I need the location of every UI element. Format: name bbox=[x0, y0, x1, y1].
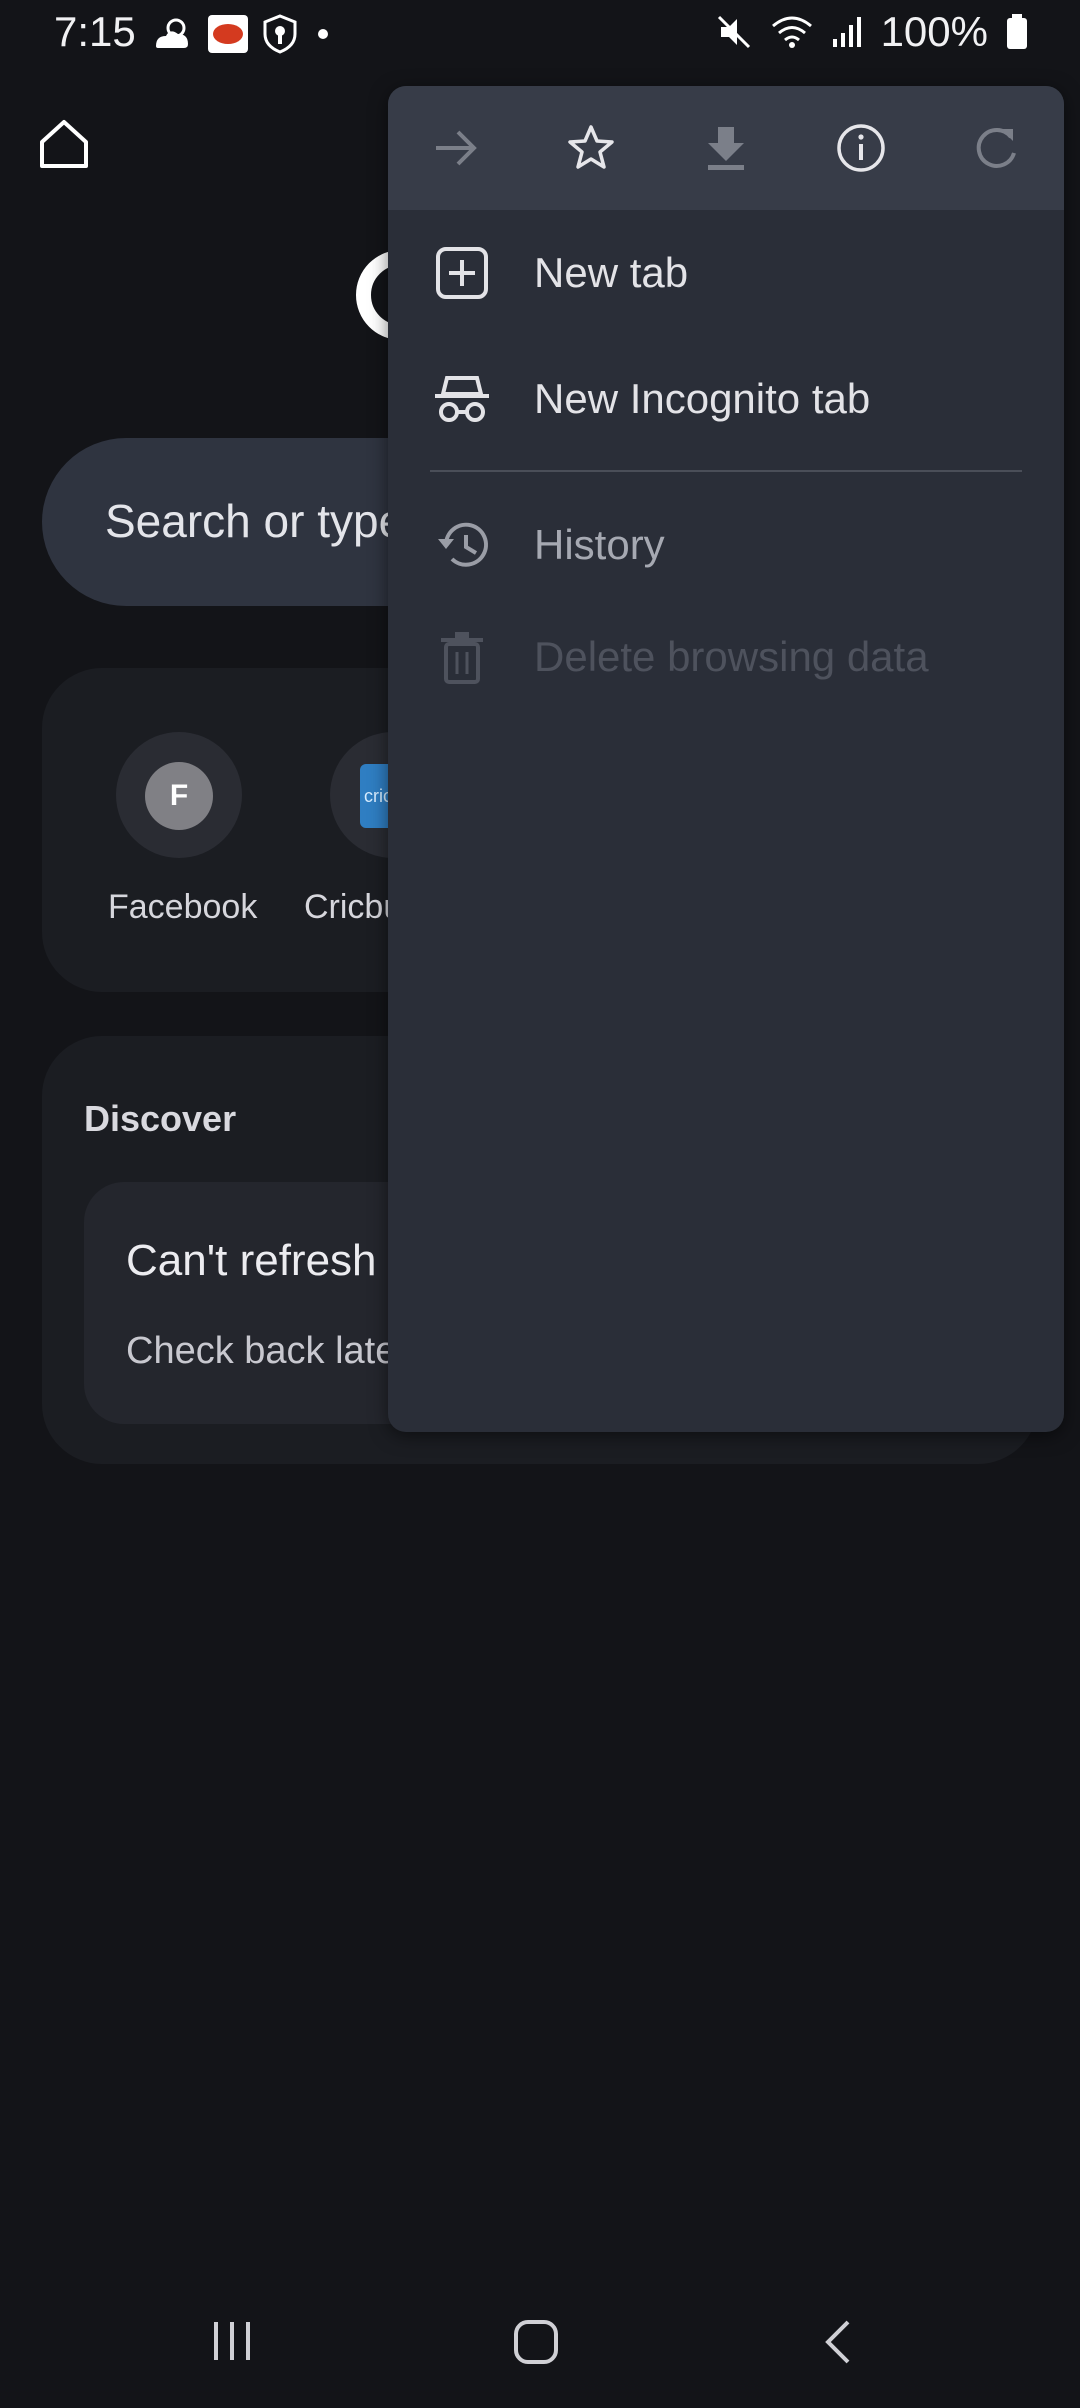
menu-item-delete-browsing-data: Delete browsing data bbox=[388, 602, 1064, 712]
refresh-icon[interactable] bbox=[968, 120, 1024, 176]
home-icon[interactable] bbox=[36, 116, 92, 172]
shortcut-facebook-label: Facebook bbox=[108, 888, 258, 926]
error-subtitle: Check back late bbox=[126, 1330, 397, 1372]
mute-icon bbox=[717, 15, 750, 49]
incognito-icon bbox=[432, 369, 492, 429]
history-icon bbox=[432, 515, 492, 575]
shield-icon bbox=[263, 14, 297, 54]
menu-item-new-incognito-tab[interactable]: New Incognito tab bbox=[388, 344, 1064, 454]
status-left-icons bbox=[150, 14, 328, 54]
forward-icon[interactable] bbox=[428, 120, 484, 176]
signal-icon bbox=[832, 17, 861, 47]
discover-title: Discover bbox=[84, 1098, 237, 1139]
menu-item-new-tab[interactable]: New tab bbox=[388, 218, 1064, 328]
search-placeholder: Search or type bbox=[105, 495, 405, 547]
facebook-avatar-icon: F bbox=[145, 762, 213, 830]
battery-percent: 100% bbox=[880, 8, 988, 55]
app-icon bbox=[208, 15, 248, 53]
battery-icon bbox=[1007, 14, 1027, 49]
bookmark-star-icon[interactable] bbox=[563, 120, 619, 176]
home-nav-icon[interactable] bbox=[512, 2318, 560, 2366]
weather-icon bbox=[156, 18, 188, 48]
menu-item-label: History bbox=[534, 521, 665, 568]
menu-item-label: New Incognito tab bbox=[534, 375, 871, 422]
notification-dot bbox=[318, 29, 328, 39]
trash-icon bbox=[432, 627, 492, 687]
wifi-icon bbox=[771, 16, 812, 48]
download-icon[interactable] bbox=[698, 120, 754, 176]
status-time: 7:15 bbox=[54, 8, 136, 55]
add-tab-icon bbox=[432, 243, 492, 303]
menu-toolbar bbox=[388, 86, 1064, 210]
status-right: 100% bbox=[715, 8, 1028, 56]
menu-item-label: Delete browsing data bbox=[534, 633, 929, 680]
menu-item-history[interactable]: History bbox=[388, 490, 1064, 600]
overflow-menu: New tab New Incognito tab History Delete… bbox=[388, 86, 1064, 1432]
back-icon[interactable] bbox=[818, 2318, 858, 2366]
menu-item-label: New tab bbox=[534, 249, 689, 296]
error-title: Can't refresh bbox=[126, 1236, 377, 1285]
recent-apps-icon[interactable] bbox=[210, 2318, 256, 2364]
menu-divider bbox=[430, 470, 1022, 472]
info-icon[interactable] bbox=[833, 120, 889, 176]
